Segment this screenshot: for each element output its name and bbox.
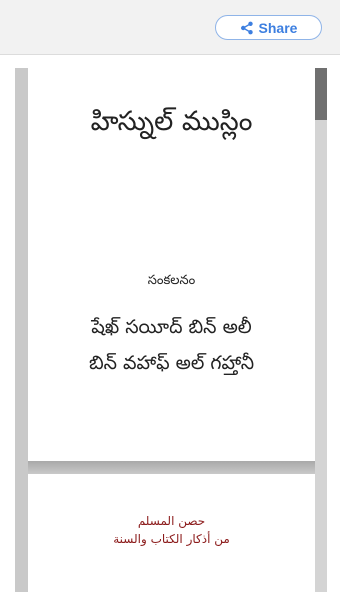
- page-separator: [28, 461, 315, 474]
- arabic-title: حصن المسلم: [137, 514, 206, 528]
- document-viewer[interactable]: హిస్నుల్ ముస్లిం సంకలనం షేఖ్ సయీద్ బిన్ …: [15, 68, 327, 592]
- document-page-2: حصن المسلم من أذكار الكتاب والسنة: [28, 474, 315, 592]
- book-title: హిస్నుల్ ముస్లిం: [90, 106, 253, 137]
- share-button[interactable]: Share: [215, 15, 322, 40]
- compiled-by-label: సంకలనం: [147, 273, 196, 288]
- top-toolbar: Share: [0, 0, 340, 55]
- arabic-subtitle: من أذكار الكتاب والسنة: [113, 532, 230, 546]
- share-icon: [240, 21, 254, 35]
- share-label: Share: [258, 19, 298, 36]
- scrollbar-track[interactable]: [315, 68, 327, 592]
- author-name-line-2: బిన్ వహాఫ్ అల్ గహ్తానీ: [88, 352, 255, 374]
- document-page-1: హిస్నుల్ ముస్లిం సంకలనం షేఖ్ సయీద్ బిన్ …: [28, 68, 315, 461]
- scrollbar-thumb[interactable]: [315, 68, 327, 120]
- author-name-line-1: షేఖ్ సయీద్ బిన్ అలీ: [91, 316, 252, 338]
